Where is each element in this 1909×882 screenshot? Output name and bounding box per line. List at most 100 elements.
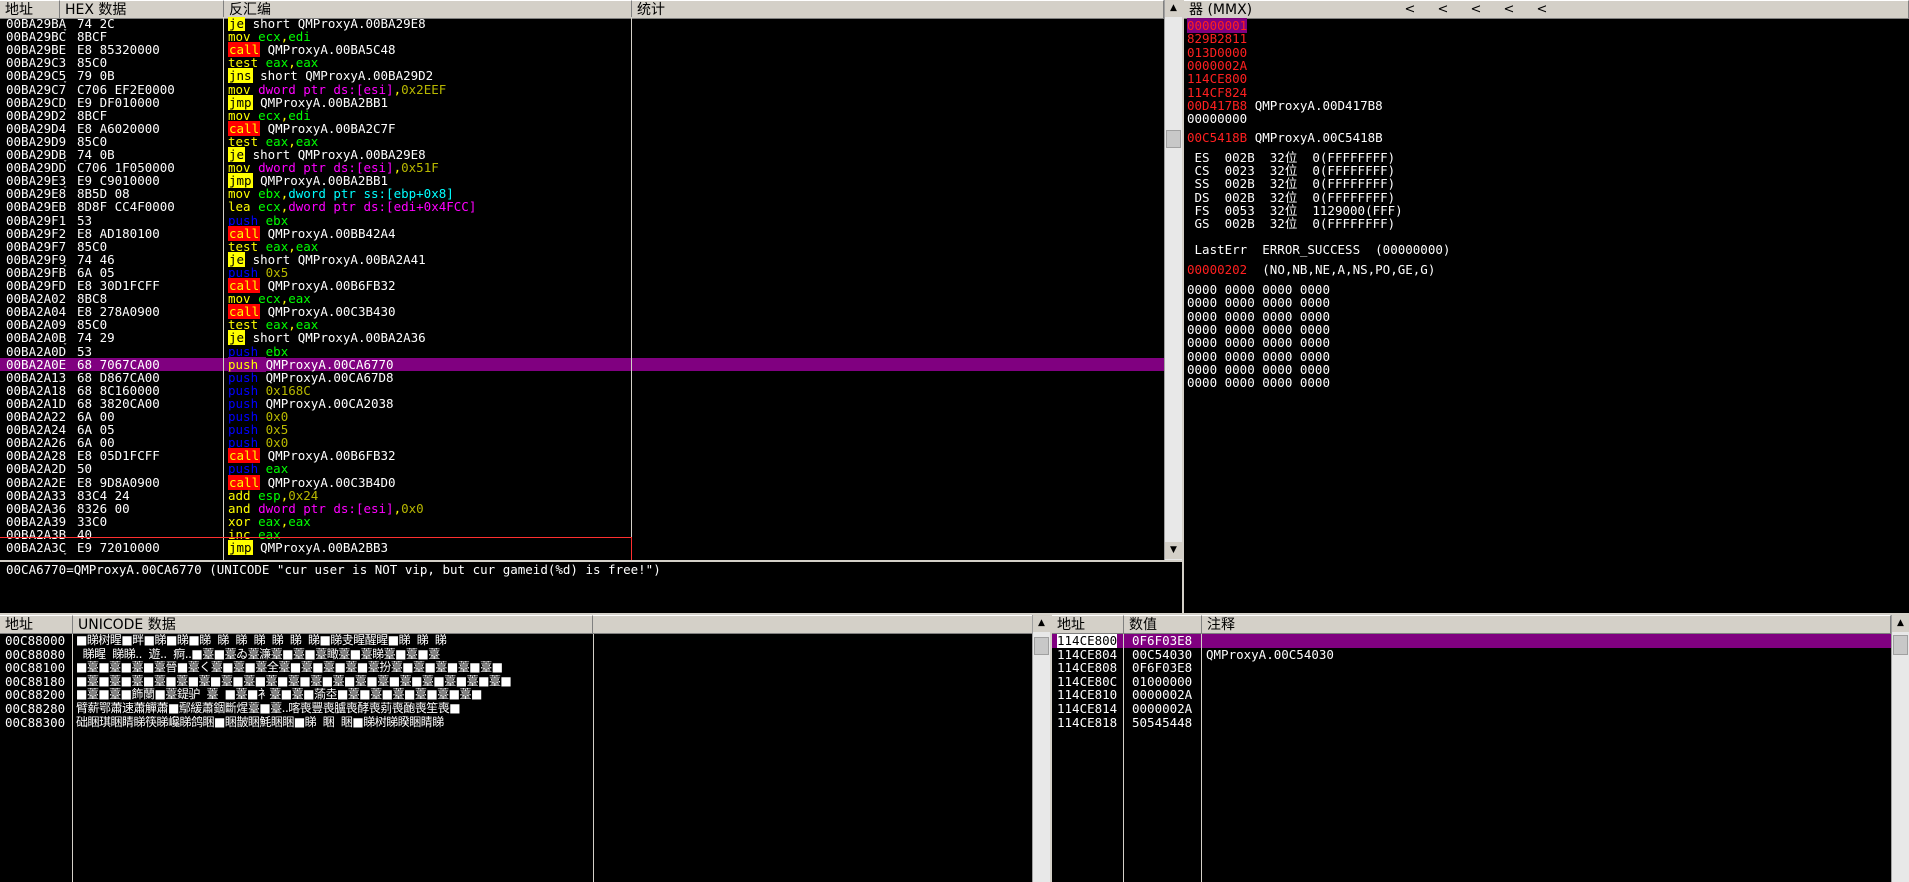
disasm-row[interactable]: 00BA2A3C ˯ E9 72010000 jmp QMProxyA.00BA2BB…: [0, 540, 1164, 555]
stack-row[interactable]: 114CE80C 01000000: [1052, 675, 1891, 689]
instruction-token: 0x0: [401, 500, 424, 516]
row-hex: 53: [77, 212, 93, 228]
stack-row[interactable]: 114CE814 0000002A: [1052, 702, 1891, 716]
disasm-row[interactable]: 00BA2A28 E8 05D1FCFF call QMProxyA.00B6FB3…: [0, 448, 1164, 464]
disasm-row[interactable]: 00BA29F7 85C0 test eax,eax: [0, 240, 1164, 253]
dump-column-header-unicode[interactable]: UNICODE 数据: [73, 615, 593, 634]
disasm-row[interactable]: 00BA29F9 ˯ 74 46 je short QMProxyA.00BA2A41: [0, 251, 1164, 267]
disasm-row[interactable]: 00BA29E3 ˯ E9 C9010000 jmp QMProxyA.00BA2BB…: [0, 173, 1164, 189]
stack-rows: 114CE800 0F6F03E8 114CE804 00C54030 QMProxyA…: [1052, 634, 1891, 882]
dump-row[interactable]: 00C88100 ■薹■薹■薹■薹晉■薹く薹■薹■薹全薹■薹■薹■薹■薹扮薹■薹■…: [0, 661, 595, 675]
disasm-row[interactable]: 00BA2A24 6A 05 push 0x5: [0, 423, 1164, 436]
row-hex: C706 EF2E0000: [77, 81, 175, 97]
disasm-row[interactable]: 00BA29FD E8 30D1FCFF call QMProxyA.00B6FB3…: [0, 278, 1164, 293]
dump-column-header-address[interactable]: 地址: [0, 615, 73, 634]
column-divider[interactable]: [223, 17, 224, 560]
disasm-row[interactable]: 00BA2A02 8BC8 mov ecx,eax: [0, 292, 1164, 305]
stack-address: 114CE808: [1057, 660, 1118, 676]
disasm-row[interactable]: 00BA2A22 6A 00 push 0x0: [0, 410, 1164, 423]
memory-dump-pane[interactable]: 地址 UNICODE 数据 00C88000 ■睇树睲■畔■睇■睇■睇 睇 睇 睇…: [0, 615, 1050, 882]
disasm-row[interactable]: 00BA29EB 8D8F CC4F0000 lea ecx,dword ptr d…: [0, 200, 1164, 213]
disasm-row[interactable]: 00BA29F2 E8 AD180100 call QMProxyA.00BB42A…: [0, 225, 1164, 241]
dump-column-divider[interactable]: [72, 634, 73, 882]
disassembly-rows: 00BA29BA ˯ 74 2C je short QMProxyA.00BA29E8…: [0, 17, 1164, 560]
dump-scrollbar[interactable]: ▲: [1032, 615, 1050, 882]
stack-row[interactable]: 114CE800 0F6F03E8: [1052, 634, 1891, 648]
disasm-row[interactable]: 00BA29C3 85C0 test eax,eax: [0, 56, 1164, 69]
disasm-row[interactable]: 00BA29FB 6A 05 push 0x5: [0, 266, 1164, 279]
disasm-row[interactable]: 00BA2A2D 50 push eax: [0, 462, 1164, 475]
jump-marker: ˯: [63, 251, 68, 267]
info-line-text: 00CA6770=QMProxyA.00CA6770 (UNICODE "cur…: [6, 562, 661, 577]
row-address: 00BA29C7: [6, 81, 67, 97]
disasm-row[interactable]: 00BA29BA ˯ 74 2C je short QMProxyA.00BA29E8: [0, 17, 1164, 31]
disasm-row[interactable]: 00BA29D9 85C0 test eax,eax: [0, 135, 1164, 148]
disasm-row[interactable]: 00BA2A13 68 D867CA00 push QMProxyA.00CA67D…: [0, 371, 1164, 384]
disasm-row[interactable]: 00BA29BC 8BCF mov ecx,edi: [0, 30, 1164, 43]
disasm-row[interactable]: 00BA2A2E E8 9D8A0900 call QMProxyA.00C3B4D…: [0, 474, 1164, 490]
disasm-row[interactable]: 00BA29D4 E8 A6020000 call QMProxyA.00BA2C7…: [0, 120, 1164, 136]
stack-value: 01000000: [1132, 673, 1193, 689]
disasm-row[interactable]: 00BA29F1 53 push ebx: [0, 212, 1164, 228]
disasm-row[interactable]: 00BA29DD C706 1F050000 mov dword ptr ds:[e…: [0, 161, 1164, 174]
eflags-line[interactable]: 00000202 (NO,NB,NE,A,NS,PO,GE,G): [1187, 262, 1887, 278]
dump-row[interactable]: 00C88280 臂薪鄂蕭速蕭觶蕭■鄢緩蕭錮斷煋薹■薹..喀喪豐喪臚喪酵喪莂喪靤喪…: [0, 702, 595, 716]
register-eip[interactable]: 00C5418B QMProxyA.00C5418B: [1187, 130, 1887, 146]
stack-row[interactable]: 114CE810 0000002A: [1052, 688, 1891, 702]
dump-row[interactable]: 00C88080 睇睲 睇睇.. 遊.. 痾..■薹■薹ゐ薹濂薹■薹■薹瞰薹■薹…: [0, 648, 595, 662]
disassembly-pane[interactable]: 地址 HEX 数据 反汇编 统计 00BA29BA ˯ 74 2C je short …: [0, 0, 1182, 560]
disasm-row[interactable]: 00BA2A36 8326 00 and dword ptr ds:[esi],0x…: [0, 502, 1164, 515]
last-error-line[interactable]: LastErr ERROR_SUCCESS (00000000): [1187, 242, 1887, 258]
column-divider[interactable]: [631, 17, 632, 537]
scroll-thumb[interactable]: [1893, 635, 1908, 655]
instruction-token: 0x51F: [401, 160, 439, 176]
scroll-up-arrow-icon[interactable]: ▲: [1165, 0, 1182, 17]
mmx-register-line[interactable]: 0000 0000 0000 0000: [1187, 375, 1887, 391]
dump-address: 00C88200: [5, 688, 66, 702]
dump-column-divider[interactable]: [593, 634, 594, 882]
stack-row[interactable]: 114CE804 00C54030 QMProxyA.00C54030: [1052, 646, 1891, 662]
instruction-token: ,: [393, 500, 402, 516]
dump-row[interactable]: 00C88000 ■睇树睲■畔■睇■睇■睇 睇 睇 睇 睇 睇 睇■睇叏睲醒睲■睇…: [0, 634, 595, 648]
disasm-row[interactable]: 00BA2A1D 68 3820CA00 push QMProxyA.00CA203…: [0, 397, 1164, 410]
scroll-up-arrow-icon[interactable]: ▲: [1892, 615, 1909, 632]
row-address: 00BA29D4: [6, 120, 67, 136]
disasm-row[interactable]: 00BA2A09 85C0 test eax,eax: [0, 318, 1164, 331]
disasm-row[interactable]: 00BA2A26 6A 00 push 0x0: [0, 436, 1164, 449]
disasm-row[interactable]: 00BA2A3B 40 inc eax: [0, 528, 1164, 541]
disasm-row[interactable]: 00BA2A04 E8 278A0900 call QMProxyA.00C3B43…: [0, 304, 1164, 320]
disasm-row[interactable]: 00BA2A33 83C4 24 add esp,0x24: [0, 488, 1164, 501]
segment-register-line[interactable]: GS 002B 32位 0(FFFFFFFF): [1187, 216, 1887, 232]
stack-column-divider[interactable]: [1123, 634, 1124, 882]
dump-row[interactable]: 00C88200 ■薹■薹■飾蘭■薹鍉驴 薹 ■薹■衤薹■薹■蕍坴■薹■薹■薹■薹…: [0, 688, 595, 702]
stack-column-divider[interactable]: [1201, 634, 1202, 882]
disasm-row[interactable]: 00BA29BE E8 85320000 call QMProxyA.00BA5C4…: [0, 42, 1164, 58]
dump-row[interactable]: 00C88180 ■薹■薹■薹■薹■薹■薹■薹■薹■薹■薹■薹■薹■薹■薹■薹■薹…: [0, 675, 595, 689]
disasm-row[interactable]: 00BA29C5 ˯ 79 0B jns short QMProxyA.00BA29D…: [0, 68, 1164, 84]
stack-pane[interactable]: 地址 数值 注释 114CE800 0F6F03E8 114CE804 00C5403…: [1052, 615, 1909, 882]
disasm-row[interactable]: 00BA2A0E 68 7067CA00 push QMProxyA.00CA677…: [0, 356, 1164, 372]
disasm-row[interactable]: 00BA2A39 33C0 xor eax,eax: [0, 515, 1164, 528]
scroll-up-arrow-icon[interactable]: ▲: [1033, 615, 1050, 632]
stack-address: 114CE804: [1057, 646, 1118, 662]
stack-row[interactable]: 114CE818 50545448: [1052, 715, 1891, 730]
disasm-row[interactable]: 00BA29CD ˯ E9 DF010000 jmp QMProxyA.00BA2BB…: [0, 94, 1164, 110]
row-hex: E8 A6020000: [77, 120, 160, 136]
scroll-down-arrow-icon[interactable]: ▼: [1165, 542, 1182, 559]
disasm-row[interactable]: 00BA2A0D 53 push ebx: [0, 344, 1164, 357]
stack-column-header-value[interactable]: 数值: [1124, 615, 1202, 634]
disasm-row[interactable]: 00BA29D2 8BCF mov ecx,edi: [0, 109, 1164, 122]
disasm-row[interactable]: 00BA2A0B ˯ 74 29 je short QMProxyA.00BA2A36: [0, 330, 1164, 346]
disassembly-scrollbar[interactable]: ▲ ▼: [1164, 0, 1182, 560]
stack-column-header-comment[interactable]: 注释: [1202, 615, 1891, 634]
disasm-row[interactable]: 00BA2A18 68 8C160000 push 0x168C: [0, 384, 1164, 397]
dump-row[interactable]: 00C88300 础睏琪睏睛睇筷睇巉睇鸽睏■睏皵睏魹睏睏■睇 睏 睏■睇树睇睽睏睛…: [0, 716, 595, 730]
scroll-thumb[interactable]: [1034, 637, 1049, 655]
stack-column-header-address[interactable]: 地址: [1052, 615, 1124, 634]
registers-pane[interactable]: 器 (MMX) < < < < < 00000001 829B2811 013D0000 00…: [1184, 0, 1909, 613]
stack-scrollbar[interactable]: ▲: [1891, 615, 1909, 882]
scroll-thumb[interactable]: [1166, 130, 1181, 148]
disasm-row[interactable]: 00BA29C7 C706 EF2E0000 mov dword ptr ds:[e…: [0, 81, 1164, 97]
register-line[interactable]: 00000000: [1187, 111, 1887, 127]
stack-row[interactable]: 114CE808 0F6F03E8: [1052, 661, 1891, 675]
